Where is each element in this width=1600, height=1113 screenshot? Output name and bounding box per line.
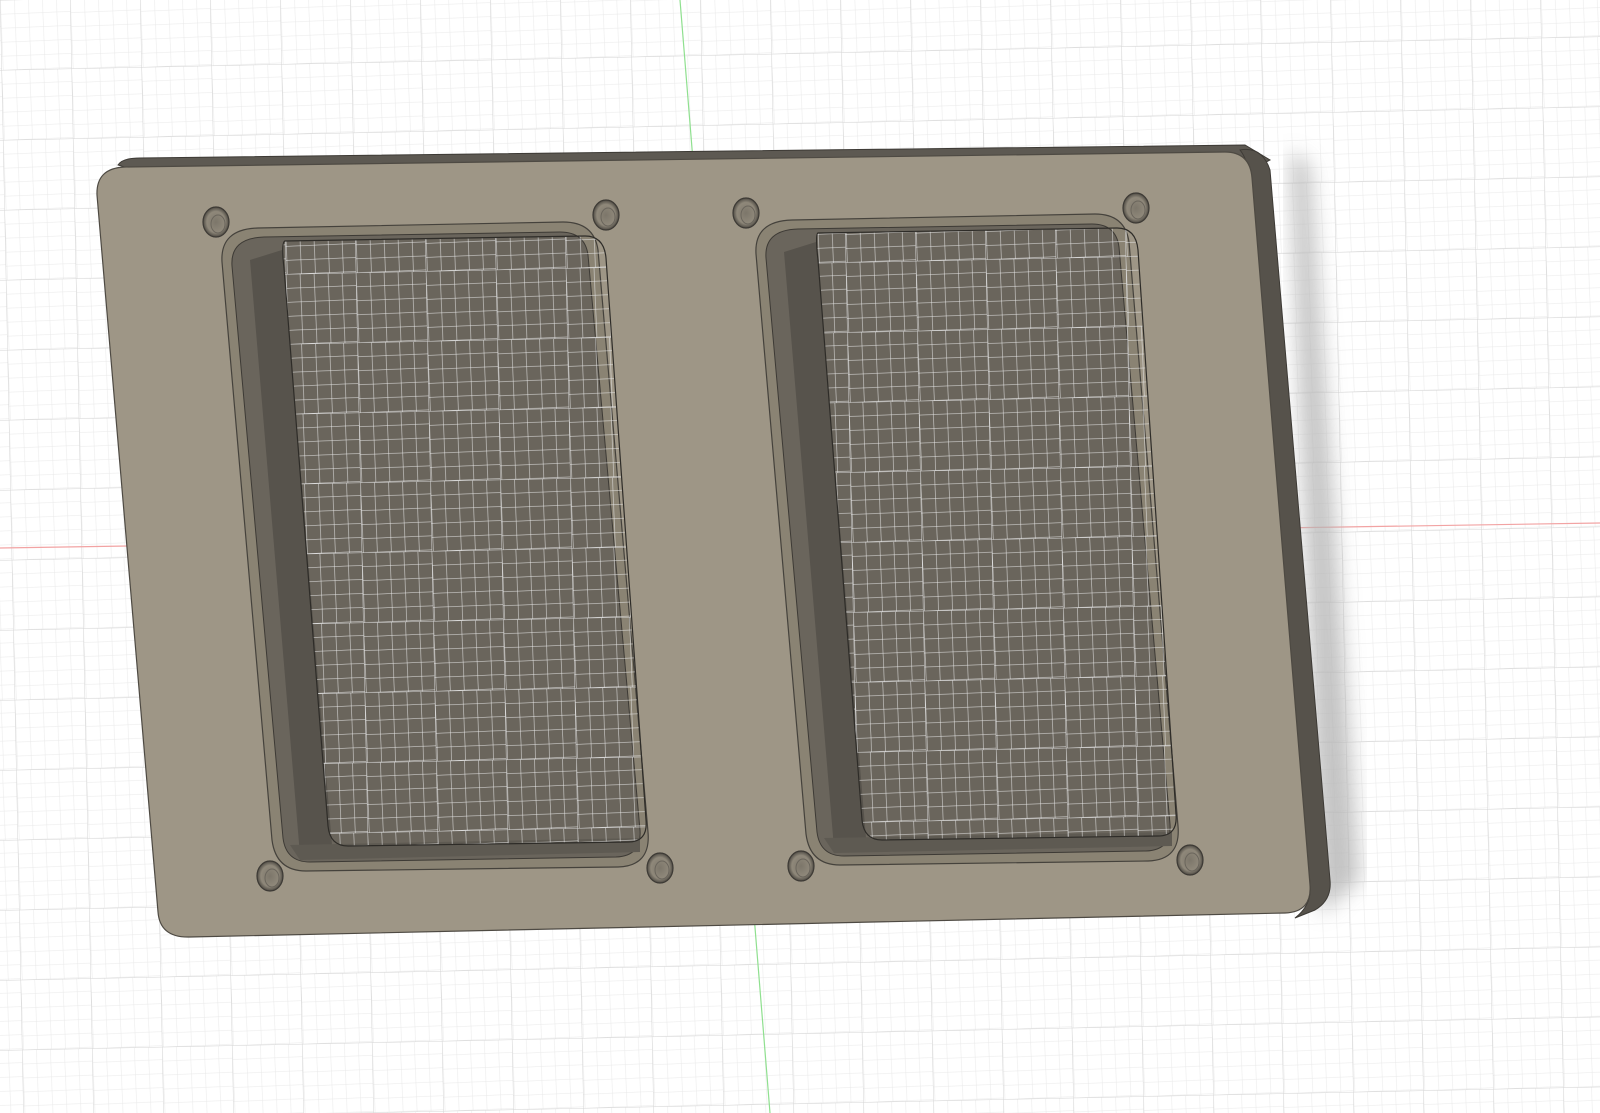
- mounting-hole: [732, 197, 760, 229]
- plate-model[interactable]: [96, 144, 1360, 938]
- 3d-viewport[interactable]: [0, 0, 1600, 1113]
- mounting-hole: [256, 860, 284, 892]
- mounting-hole: [646, 852, 674, 884]
- mounting-hole: [202, 206, 230, 238]
- mounting-hole: [1176, 844, 1204, 876]
- right-opening: [755, 213, 1179, 866]
- mounting-hole: [787, 850, 815, 882]
- right-opening-through-hole: [815, 227, 1177, 841]
- mounting-hole: [592, 199, 620, 231]
- left-opening-through-hole: [282, 235, 647, 847]
- viewport-canvas[interactable]: [0, 0, 1600, 1113]
- left-opening: [221, 221, 649, 872]
- mounting-hole: [1122, 192, 1150, 224]
